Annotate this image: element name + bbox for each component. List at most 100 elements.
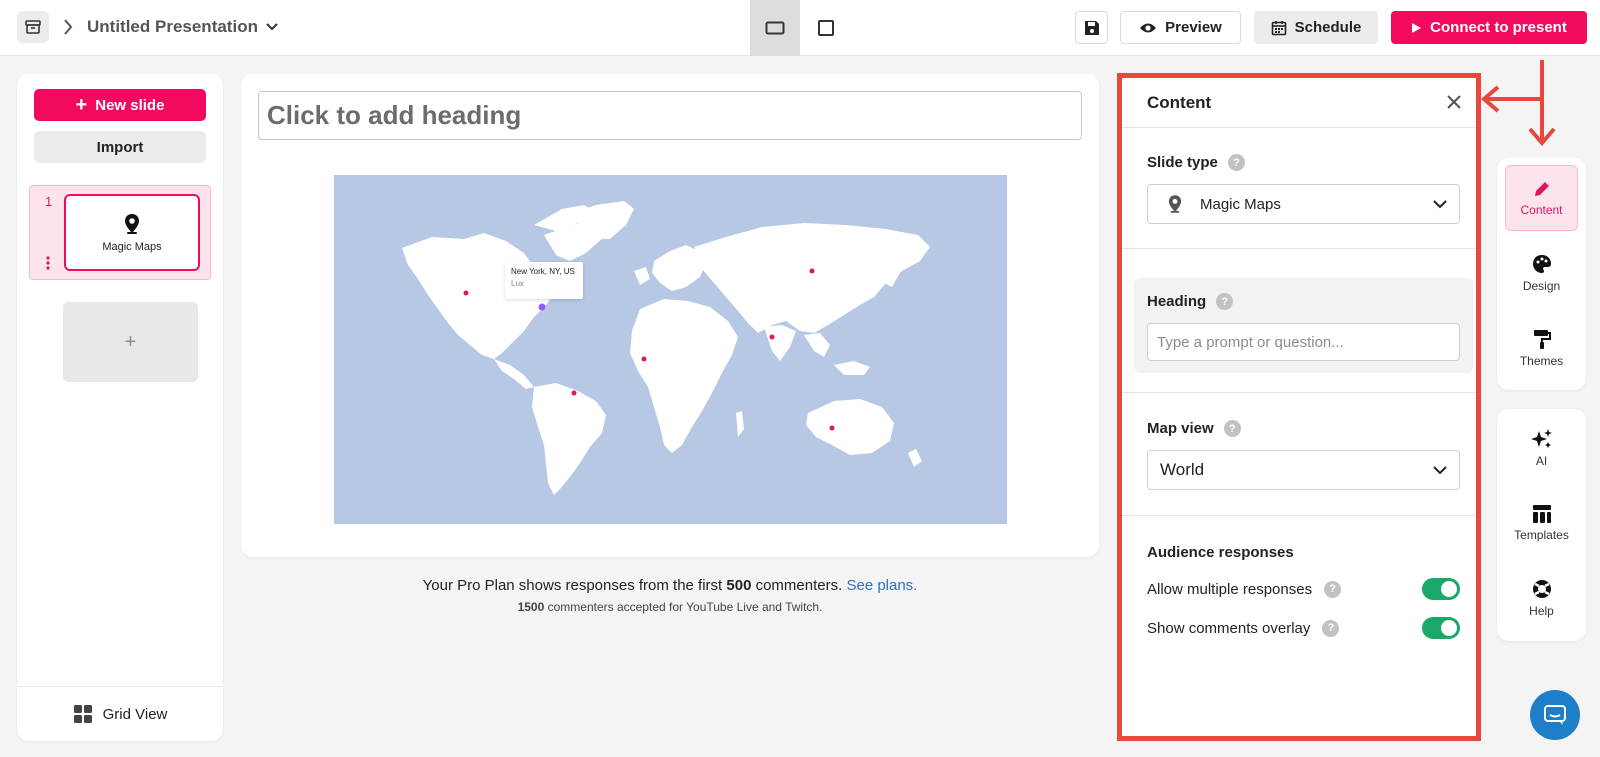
plan-note: Your Pro Plan shows responses from the f… [241, 577, 1099, 594]
plan-note-suffix: commenters. [755, 577, 843, 594]
grid-view-label: Grid View [102, 705, 168, 723]
play-icon [1412, 22, 1422, 33]
heading-input-placeholder: Type a prompt or question... [1157, 333, 1344, 351]
heading-label-text: Heading [1147, 293, 1207, 310]
new-slide-label: New slide [95, 96, 165, 114]
rail-item-label: Content [1520, 203, 1563, 217]
content-panel-header: Content [1122, 78, 1476, 128]
map-tooltip-subtitle: Lux [511, 279, 524, 288]
presentation-title[interactable]: Untitled Presentation [87, 17, 278, 37]
preview-label: Preview [1165, 19, 1222, 36]
divider [1122, 515, 1476, 516]
import-button[interactable]: Import [34, 131, 206, 163]
new-slide-button[interactable]: + New slide [34, 89, 206, 121]
slide-type-value: Magic Maps [1200, 195, 1281, 213]
rail-item-label: AI [1535, 454, 1548, 468]
slide-thumbnail-label: Magic Maps [102, 240, 162, 253]
more-vertical-icon[interactable] [46, 256, 50, 270]
show-comments-overlay-row: Show comments overlay ? [1147, 617, 1460, 639]
map-view-value: World [1160, 460, 1205, 479]
home-button[interactable] [17, 11, 49, 43]
help-icon[interactable]: ? [1216, 293, 1234, 310]
widescreen-view-button[interactable] [750, 0, 800, 56]
schedule-button[interactable]: Schedule [1254, 11, 1378, 44]
plan-note-secondary: 1500 commenters accepted for YouTube Liv… [241, 600, 1099, 614]
heading-input[interactable]: Type a prompt or question... [1147, 323, 1460, 361]
presentation-title-text: Untitled Presentation [87, 17, 258, 36]
rail-item-label: Themes [1519, 354, 1564, 368]
save-icon [1084, 20, 1099, 35]
plan-note-count: 500 [726, 577, 752, 594]
audience-responses-label-text: Audience responses [1147, 544, 1294, 561]
slides-panel: + New slide Import 1 Magic Maps + Grid V… [17, 74, 223, 741]
plus-icon: + [75, 94, 88, 116]
map-view-select[interactable]: World [1147, 450, 1460, 490]
map-tooltip-title: New York, NY, US [511, 267, 575, 276]
grid-icon [73, 705, 92, 723]
palette-icon [1532, 255, 1551, 273]
calendar-icon [1271, 20, 1286, 35]
preview-button[interactable]: Preview [1120, 11, 1241, 44]
map-pin-icon [1168, 195, 1182, 213]
allow-multiple-responses-label: Allow multiple responses [1147, 580, 1313, 598]
chat-support-button[interactable] [1530, 690, 1580, 740]
allow-multiple-responses-toggle[interactable] [1422, 578, 1460, 600]
world-map[interactable]: New York, NY, US Lux [334, 175, 1007, 524]
rail-item-help[interactable]: Help [1505, 565, 1578, 631]
widescreen-icon [765, 21, 785, 35]
add-slide-placeholder[interactable]: + [63, 302, 198, 382]
slide-canvas: Click to add heading New York, NY, US Lu… [241, 74, 1099, 557]
rail-item-label: Help [1529, 604, 1554, 618]
sparkles-icon [1530, 429, 1552, 448]
chat-icon [1544, 705, 1566, 725]
help-icon[interactable]: ? [1322, 619, 1340, 637]
help-icon[interactable]: ? [1324, 580, 1342, 598]
connect-to-present-button[interactable]: Connect to present [1391, 11, 1587, 44]
import-label: Import [96, 138, 144, 156]
templates-icon [1532, 505, 1551, 523]
slide-number: 1 [45, 194, 53, 209]
show-comments-overlay-toggle[interactable] [1422, 617, 1460, 639]
square-view-button[interactable] [801, 0, 851, 56]
map-view-label-text: Map view [1147, 420, 1214, 437]
slide-heading-field[interactable]: Click to add heading [258, 91, 1082, 140]
archive-icon [25, 20, 41, 34]
see-plans-link[interactable]: See plans. [846, 577, 917, 594]
slide-type-label-text: Slide type [1147, 154, 1218, 171]
right-rail-top: Content Design Themes [1497, 158, 1586, 390]
add-slide-plus: + [124, 330, 137, 353]
show-comments-overlay-label: Show comments overlay [1147, 619, 1311, 637]
content-panel-title: Content [1147, 93, 1212, 112]
schedule-label: Schedule [1294, 19, 1362, 36]
plan-note-secondary-text: commenters accepted for YouTube Live and… [547, 600, 823, 614]
save-button[interactable] [1075, 11, 1108, 44]
slide-heading-placeholder: Click to add heading [267, 100, 522, 130]
slide-thumbnail[interactable]: Magic Maps [64, 194, 200, 271]
chevron-down-icon [266, 23, 278, 31]
top-bar: Untitled Presentation Preview Schedule C… [0, 0, 1600, 56]
chevron-down-icon [1433, 199, 1447, 208]
heading-section: Heading ? Type a prompt or question... [1134, 278, 1473, 373]
rail-item-templates[interactable]: Templates [1505, 490, 1578, 556]
rail-item-content[interactable]: Content [1505, 165, 1578, 231]
grid-view-button[interactable]: Grid View [17, 686, 223, 741]
close-icon[interactable] [1446, 94, 1462, 110]
allow-multiple-responses-row: Allow multiple responses ? [1147, 578, 1460, 600]
right-rail-bottom: AI Templates Help [1497, 409, 1586, 641]
slide-type-select[interactable]: Magic Maps [1147, 184, 1460, 224]
rail-item-label: Design [1522, 279, 1561, 293]
rail-item-label: Templates [1514, 528, 1569, 542]
map-view-label: Map view ? [1147, 420, 1241, 437]
rail-item-design[interactable]: Design [1505, 240, 1578, 306]
lifebuoy-icon [1532, 580, 1551, 598]
slide-item[interactable]: 1 Magic Maps [29, 185, 211, 280]
help-icon[interactable]: ? [1223, 420, 1241, 437]
square-icon [818, 20, 834, 36]
rail-item-ai[interactable]: AI [1505, 415, 1578, 481]
map-tooltip: New York, NY, US Lux [505, 262, 583, 299]
rail-item-themes[interactable]: Themes [1505, 315, 1578, 381]
chevron-right-icon [64, 19, 73, 35]
help-icon[interactable]: ? [1227, 154, 1245, 171]
world-map-graphic [402, 201, 930, 495]
divider [1122, 248, 1476, 249]
